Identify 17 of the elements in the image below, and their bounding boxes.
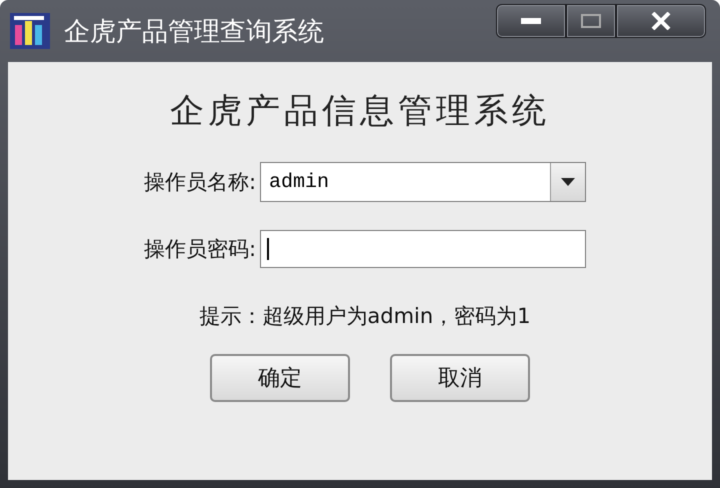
app-icon bbox=[10, 13, 50, 49]
hint-text: 提示：超级用户为admin，密码为1 bbox=[199, 303, 531, 330]
field-label: 操作员密码: bbox=[144, 236, 256, 263]
field-label: 操作员名称: bbox=[144, 169, 256, 196]
maximize-icon bbox=[581, 14, 601, 28]
close-icon bbox=[651, 12, 671, 30]
caret-icon bbox=[561, 178, 576, 186]
username-dropdown[interactable]: admin bbox=[260, 162, 586, 202]
close-button[interactable] bbox=[616, 4, 706, 38]
minimize-icon bbox=[521, 18, 541, 24]
app-heading: 企虎产品信息管理系统 bbox=[170, 92, 550, 132]
window-title: 企虎产品管理查询系统 bbox=[64, 16, 325, 48]
maximize-button[interactable] bbox=[566, 4, 616, 38]
password-field[interactable] bbox=[260, 230, 586, 268]
ok-button[interactable]: 确定 bbox=[210, 354, 350, 402]
cancel-button[interactable]: 取消 bbox=[390, 354, 530, 402]
minimize-button[interactable] bbox=[496, 4, 566, 38]
